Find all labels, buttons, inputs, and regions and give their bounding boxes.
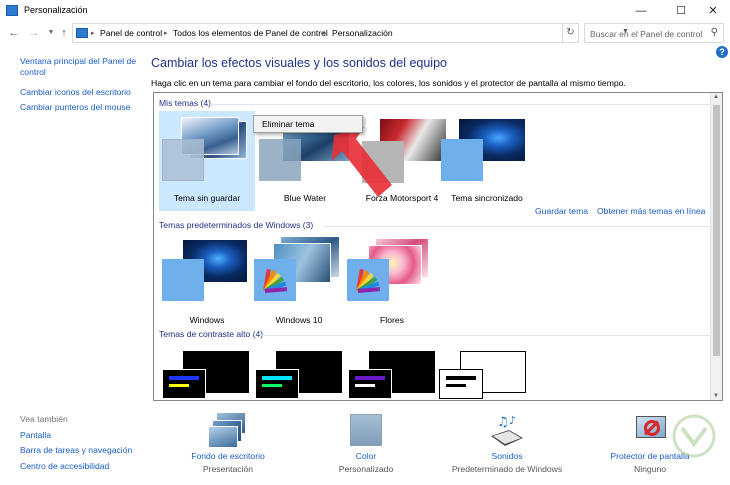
- title-bar: Personalización — ☐ ✕: [0, 0, 730, 22]
- color-swatch: [259, 139, 301, 181]
- sounds-tile[interactable]: ♫ ♪ Sonidos Predeterminado de Windows: [447, 410, 567, 480]
- context-menu: Eliminar tema: [253, 115, 363, 133]
- search-box[interactable]: ⚲: [584, 23, 724, 43]
- color-tile[interactable]: Color Personalizado: [306, 410, 426, 480]
- get-more-themes-link[interactable]: Obtener más temas en línea: [597, 206, 705, 216]
- color-fan-icon: [356, 268, 381, 293]
- help-icon[interactable]: ?: [716, 46, 728, 58]
- arrow-annotation: [332, 127, 392, 197]
- color-swatch: [162, 259, 204, 301]
- color-fan-icon: [263, 268, 288, 293]
- vertical-scrollbar[interactable]: ▲ ▼: [710, 93, 722, 400]
- search-input[interactable]: [590, 27, 702, 40]
- theme-high-contrast-3[interactable]: [345, 343, 441, 400]
- themes-list[interactable]: ▲ ▼ Mis temas (4) Tema sin guardar Blue …: [153, 92, 723, 401]
- breadcrumb-separator-icon[interactable]: ▸: [91, 29, 95, 37]
- search-icon[interactable]: ⚲: [711, 27, 718, 38]
- theme-high-contrast-1[interactable]: [159, 343, 255, 400]
- display-link[interactable]: Pantalla: [20, 430, 51, 441]
- page-description: Haga clic en un tema para cambiar el fon…: [151, 78, 626, 88]
- theme-label: Windows 10: [275, 315, 323, 325]
- color-swatch: [441, 139, 483, 181]
- color-title[interactable]: Color: [306, 451, 426, 461]
- back-button[interactable]: ←: [7, 25, 21, 41]
- svg-text:♪: ♪: [509, 414, 516, 427]
- theme-label: Tema sin guardar: [173, 193, 241, 203]
- desktop-background-title[interactable]: Fondo de escritorio: [168, 451, 288, 461]
- see-also-label: Vea también: [20, 414, 68, 424]
- color-icon: [348, 412, 384, 448]
- navigation-bar: ← → ▼ ↑ ▸ Panel de control ▸ Todos los e…: [0, 22, 730, 44]
- theme-tema-sin-guardar[interactable]: Tema sin guardar: [159, 111, 255, 211]
- forward-button[interactable]: →: [27, 25, 41, 41]
- color-swatch: [439, 369, 483, 399]
- taskbar-link[interactable]: Barra de tareas y navegación: [20, 445, 132, 456]
- scroll-up-icon[interactable]: ▲: [713, 94, 719, 100]
- theme-flores[interactable]: Flores: [344, 233, 440, 333]
- group-high-contrast-label: Temas de contraste alto (4): [159, 329, 264, 339]
- color-swatch: [255, 369, 299, 399]
- window-title: Personalización: [24, 5, 88, 15]
- mouse-pointers-link[interactable]: Cambiar punteros del mouse: [20, 102, 130, 113]
- control-panel-icon: [6, 5, 18, 16]
- theme-windows[interactable]: Windows: [159, 233, 255, 333]
- ease-of-access-link[interactable]: Centro de accesibilidad: [20, 461, 109, 472]
- refresh-button[interactable]: ↻: [563, 23, 579, 43]
- breadcrumb-panel-de-control[interactable]: Panel de control: [100, 28, 162, 38]
- close-button[interactable]: ✕: [696, 0, 730, 22]
- sounds-title[interactable]: Sonidos: [447, 451, 567, 461]
- desktop-icons-link[interactable]: Cambiar iconos del escritorio: [20, 87, 131, 98]
- watermark-logo: [672, 414, 716, 458]
- color-value: Personalizado: [338, 464, 394, 474]
- group-my-themes-label: Mis temas (4): [159, 98, 212, 108]
- breadcrumb-separator-icon[interactable]: ▸: [164, 29, 168, 37]
- recent-locations-button[interactable]: ▼: [44, 25, 58, 41]
- scrollbar-thumb[interactable]: [713, 105, 720, 356]
- theme-label: Flores: [380, 315, 404, 325]
- page-title: Cambiar los efectos visuales y los sonid…: [151, 56, 447, 70]
- theme-label: Windows: [189, 315, 225, 325]
- address-bar[interactable]: ▸ Panel de control ▸ Todos los elementos…: [72, 23, 629, 43]
- color-swatch: [162, 369, 206, 399]
- svg-text:♫: ♫: [497, 415, 509, 430]
- control-panel-icon: [76, 28, 88, 38]
- group-windows-themes-label: Temas predeterminados de Windows (3): [159, 220, 314, 230]
- screensaver-icon: [632, 412, 668, 448]
- desktop-background-tile[interactable]: Fondo de escritorio Presentación: [168, 410, 288, 480]
- color-swatch: [162, 139, 204, 181]
- group-divider: [210, 104, 710, 105]
- group-divider: [260, 335, 710, 336]
- breadcrumb-personalizacion[interactable]: Personalización: [332, 28, 393, 38]
- desktop-background-icon: [208, 412, 246, 448]
- desktop-background-value: Presentación: [202, 464, 254, 474]
- theme-high-contrast-2[interactable]: [252, 343, 348, 400]
- breadcrumb-todos-los-elementos[interactable]: Todos los elementos de Panel de control: [173, 28, 328, 38]
- up-button[interactable]: ↑: [57, 25, 71, 41]
- theme-label: Tema sincronizado: [451, 193, 523, 203]
- maximize-button[interactable]: ☐: [664, 0, 698, 22]
- theme-tema-sincronizado[interactable]: Tema sincronizado: [439, 111, 535, 211]
- theme-windows-10[interactable]: Windows 10: [251, 233, 347, 333]
- breadcrumb-separator-icon[interactable]: ▸: [322, 29, 326, 37]
- scroll-down-icon[interactable]: ▼: [713, 393, 719, 399]
- sounds-icon: ♫ ♪: [489, 412, 525, 448]
- control-panel-home-link[interactable]: Ventana principal del Panel de control: [20, 56, 138, 78]
- sounds-value: Predeterminado de Windows: [451, 464, 563, 474]
- color-swatch: [348, 369, 392, 399]
- save-theme-link[interactable]: Guardar tema: [535, 206, 588, 216]
- delete-theme-menu-item[interactable]: Eliminar tema: [262, 119, 315, 129]
- theme-high-contrast-white[interactable]: [436, 343, 532, 400]
- group-divider: [324, 226, 710, 227]
- minimize-button[interactable]: —: [624, 0, 658, 22]
